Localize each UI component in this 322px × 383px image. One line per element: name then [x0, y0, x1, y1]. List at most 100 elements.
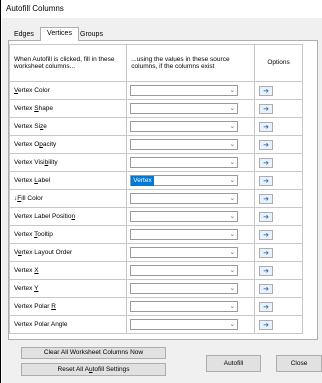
options-header: Options — [254, 44, 303, 82]
source-column-cell: ⌄ — [126, 207, 256, 226]
options-cell: ➜ — [254, 207, 303, 226]
source-column-cell: ⌄ — [126, 153, 256, 172]
options-button[interactable]: ➜ — [259, 283, 274, 294]
table-row: Vertex Tooltip ⌄ ➜ — [8, 225, 303, 244]
options-button[interactable]: ➜ — [259, 175, 274, 186]
label-post: e — [43, 123, 47, 130]
label-pre: Vertex O — [14, 141, 40, 148]
chevron-down-icon: ⌄ — [229, 177, 236, 184]
source-column-cell: Vertex ⌄ — [126, 171, 256, 190]
label-post: ility — [48, 159, 58, 166]
table-row: Vertex Color ⌄ ➜ — [8, 81, 303, 100]
options-button[interactable]: ➜ — [259, 103, 274, 114]
autofill-columns-table: When Autofill is clicked, fill in these … — [8, 44, 303, 334]
chevron-down-icon: ⌄ — [229, 303, 236, 310]
autofill-button[interactable]: Autofill — [206, 355, 261, 372]
options-cell: ➜ — [254, 261, 303, 280]
table-row: Vertex Size ⌄ ➜ — [8, 117, 303, 136]
label-post: ill Color — [21, 195, 43, 202]
chevron-down-icon: ⌄ — [229, 321, 236, 328]
source-column-value: Vertex — [131, 176, 154, 186]
options-cell: ➜ — [254, 135, 303, 154]
table-row: ↓Fill Color ⌄ ➜ — [8, 189, 303, 208]
label-accel: R — [51, 303, 56, 310]
source-column-dropdown[interactable]: ⌄ — [130, 139, 239, 150]
options-button[interactable]: ➜ — [259, 85, 274, 96]
options-button[interactable]: ➜ — [259, 139, 274, 150]
options-button[interactable]: ➜ — [259, 157, 274, 168]
worksheet-column-label: Vertex Size — [8, 117, 128, 136]
table-row: Vertex Label Position ⌄ ➜ — [8, 207, 303, 226]
source-column-dropdown[interactable]: ⌄ — [130, 85, 239, 96]
arrow-right-icon: ➜ — [263, 177, 269, 185]
label-pre: Vertex Si — [14, 123, 41, 130]
chevron-down-icon: ⌄ — [229, 105, 236, 112]
chevron-down-icon: ⌄ — [229, 213, 236, 220]
source-column-dropdown[interactable]: ⌄ — [130, 265, 239, 276]
source-column-dropdown[interactable]: ⌄ — [130, 229, 239, 240]
source-column-cell: ⌄ — [126, 189, 256, 208]
source-columns-header: ...using the values in these source colu… — [126, 44, 256, 82]
chevron-down-icon: ⌄ — [229, 285, 236, 292]
clear-all-columns-button[interactable]: Clear All Worksheet Columns Now — [21, 347, 166, 359]
source-column-dropdown[interactable]: Vertex ⌄ — [130, 175, 239, 186]
tab-groups[interactable]: Groups — [80, 29, 103, 40]
arrow-right-icon: ➜ — [263, 105, 269, 113]
options-button[interactable]: ➜ — [259, 265, 274, 276]
label-accel: Y — [34, 285, 39, 292]
source-column-dropdown[interactable]: ⌄ — [130, 301, 239, 312]
close-button[interactable]: Close — [276, 355, 322, 372]
tab-vertices[interactable]: Vertices — [40, 27, 79, 41]
worksheet-column-label: Vertex Polar R — [8, 297, 128, 316]
options-cell: ➜ — [254, 243, 303, 262]
table-row: Vertex Polar Angle ⌄ ➜ — [8, 315, 303, 334]
source-column-cell: ⌄ — [126, 315, 256, 334]
arrow-right-icon: ➜ — [263, 285, 269, 293]
chevron-down-icon: ⌄ — [229, 87, 236, 94]
arrow-right-icon: ➜ — [263, 213, 269, 221]
chevron-down-icon: ⌄ — [229, 231, 236, 238]
worksheet-column-label: Vertex Polar Angle — [8, 315, 128, 334]
options-button[interactable]: ➜ — [259, 193, 274, 204]
source-column-cell: ⌄ — [126, 297, 256, 316]
options-button[interactable]: ➜ — [259, 319, 274, 330]
worksheet-column-label: Vertex Tooltip — [8, 225, 128, 244]
source-column-dropdown[interactable]: ⌄ — [130, 157, 239, 168]
source-column-dropdown[interactable]: ⌄ — [130, 193, 239, 204]
source-column-dropdown[interactable]: ⌄ — [130, 283, 239, 294]
chevron-down-icon: ⌄ — [229, 123, 236, 130]
label-pre: Vertex Polar Angle — [14, 321, 68, 328]
source-column-cell: ⌄ — [126, 99, 256, 118]
options-button[interactable]: ➜ — [259, 229, 274, 240]
source-column-dropdown[interactable]: ⌄ — [130, 103, 239, 114]
label-pre: Vertex Label Positio — [14, 213, 72, 220]
chevron-down-icon: ⌄ — [229, 195, 236, 202]
label-pre: Vertex Visi — [14, 159, 45, 166]
arrow-right-icon: ➜ — [263, 159, 269, 167]
arrow-right-icon: ➜ — [263, 231, 269, 239]
tab-edges[interactable]: Edges — [14, 29, 34, 40]
chevron-down-icon: ⌄ — [229, 141, 236, 148]
label-pre: Vertex — [14, 285, 35, 292]
label-accel: n — [71, 213, 76, 220]
title-bar: Autofill Columns — [2, 0, 322, 18]
source-column-dropdown[interactable]: ⌄ — [130, 319, 239, 330]
source-column-dropdown[interactable]: ⌄ — [130, 247, 239, 258]
options-cell: ➜ — [254, 297, 303, 316]
reset-label-pre: Reset All A — [57, 366, 89, 373]
source-column-cell: ⌄ — [126, 279, 256, 298]
source-column-cell: ⌄ — [126, 261, 256, 280]
options-button[interactable]: ➜ — [259, 121, 274, 132]
window-title: Autofill Columns — [6, 4, 64, 13]
source-column-dropdown[interactable]: ⌄ — [130, 211, 239, 222]
options-button[interactable]: ➜ — [259, 211, 274, 222]
table-row: Vertex X ⌄ ➜ — [8, 261, 303, 280]
reset-all-settings-button[interactable]: Reset All Autofill Settings — [21, 363, 166, 376]
options-cell: ➜ — [254, 225, 303, 244]
options-button[interactable]: ➜ — [259, 301, 274, 312]
source-column-dropdown[interactable]: ⌄ — [130, 121, 239, 132]
options-button[interactable]: ➜ — [259, 247, 274, 258]
options-cell: ➜ — [254, 279, 303, 298]
label-post: ooltip — [37, 231, 53, 238]
reset-label-post: tofill Settings — [92, 366, 130, 373]
